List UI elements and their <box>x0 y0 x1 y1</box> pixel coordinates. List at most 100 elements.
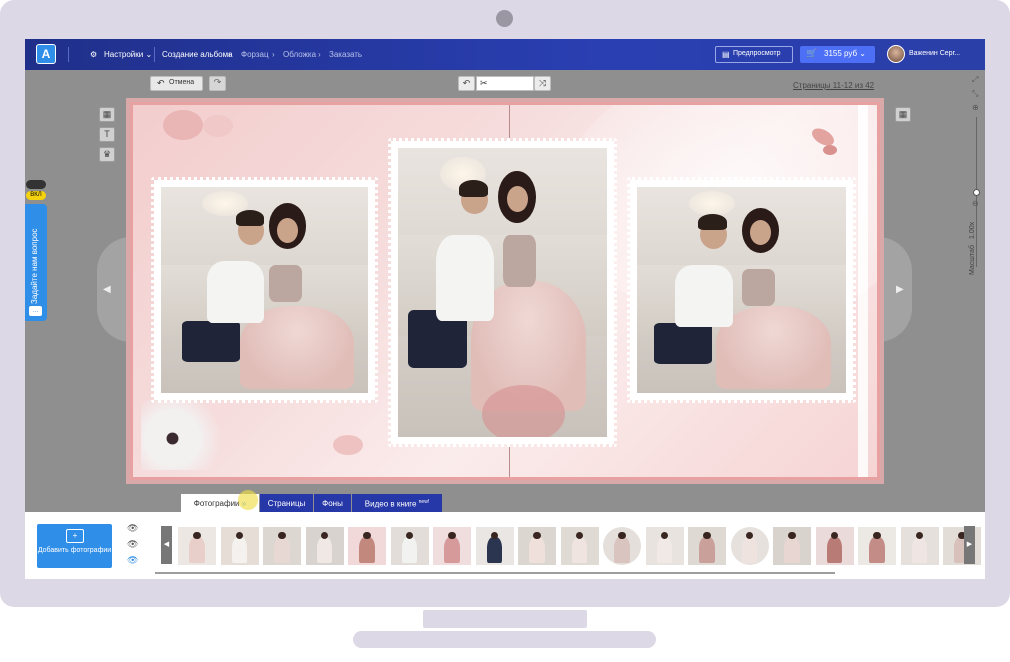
shirt <box>435 234 495 322</box>
layout-selector[interactable]: ✂ <box>476 76 534 91</box>
user-name[interactable]: Важенин Серг... <box>909 50 960 57</box>
eye-icon-active[interactable]: 👁 <box>127 555 138 566</box>
tab-video-label: Видео в книге <box>364 499 417 509</box>
next-spread-button[interactable]: ▶ <box>876 237 912 342</box>
pants <box>181 320 240 363</box>
couple-photo <box>161 187 368 393</box>
toggle-switch[interactable] <box>26 180 46 189</box>
a-logo-icon[interactable]: A <box>36 44 56 64</box>
expand-icon[interactable]: ⤢ <box>972 75 978 85</box>
scroll-right-button[interactable]: ▶ <box>964 526 975 564</box>
photo-strip-scrollbar[interactable] <box>155 572 835 574</box>
photo-thumbnail[interactable] <box>433 527 471 565</box>
photo-thumbnail[interactable] <box>390 527 429 565</box>
eye-icon[interactable]: 👁 <box>127 523 138 534</box>
thumbnail-figure <box>571 536 588 564</box>
step-order[interactable]: Заказать <box>329 50 362 59</box>
photo-thumbnail[interactable] <box>688 527 726 565</box>
photo-thumbnail[interactable] <box>603 527 641 565</box>
tab-pages[interactable]: Страницы <box>260 494 313 512</box>
divider <box>154 47 155 62</box>
face <box>276 217 298 243</box>
photo-thumbnail[interactable] <box>560 527 599 565</box>
photo-thumbnail[interactable] <box>645 527 684 565</box>
settings-menu[interactable]: Настройки ⌄ <box>104 50 152 59</box>
thumbnail-head <box>618 531 626 540</box>
thumbnail-head <box>873 531 881 540</box>
crown-icon[interactable]: ♛ <box>99 147 115 162</box>
thumbnail-figure <box>359 536 375 564</box>
text-icon[interactable]: T <box>99 127 115 142</box>
photo-thumbnail[interactable] <box>178 527 216 565</box>
couple-photo <box>398 148 607 437</box>
rotate-left-icon[interactable]: ↶ <box>458 76 475 91</box>
step-cover[interactable]: Обложка <box>283 50 316 59</box>
photo-thumbnail[interactable] <box>220 527 259 565</box>
add-photos-button[interactable]: + Добавить фотографии <box>37 524 112 568</box>
photo-thumbnail[interactable] <box>263 527 301 565</box>
photo-thumbnail[interactable] <box>943 527 981 565</box>
cart-price-button[interactable]: 🛒 3155 руб ⌄ <box>800 46 875 63</box>
camera-icon <box>496 10 513 27</box>
undo-icon: ↶ <box>157 78 165 88</box>
face <box>749 219 771 245</box>
tab-photos[interactable]: Фотографии » <box>181 490 259 512</box>
layout-icon[interactable]: ▦ <box>99 107 115 122</box>
photo-thumbnail[interactable] <box>305 527 344 565</box>
tab-backgrounds[interactable]: Фоны <box>314 494 351 512</box>
photo-frame-right[interactable] <box>627 177 856 403</box>
thumbnail-head <box>788 531 796 540</box>
redo-icon[interactable]: ↷ <box>209 76 226 91</box>
photo-thumbnail[interactable] <box>815 527 854 565</box>
thumbnail-figure <box>401 536 418 564</box>
thumbnail-figure <box>486 536 503 564</box>
page-counter[interactable]: Страницы 11-12 из 42 <box>793 81 874 90</box>
prev-spread-button[interactable]: ◀ <box>97 237 131 342</box>
fit-icon[interactable]: ⤡ <box>972 89 978 99</box>
avatar[interactable] <box>887 45 905 63</box>
thumbnail-head <box>193 531 201 540</box>
chandelier <box>689 191 736 216</box>
photo-thumbnail[interactable] <box>773 527 811 565</box>
flower-decoration <box>141 400 231 470</box>
chat-icon: … <box>29 306 42 316</box>
step-create-album[interactable]: Создание альбома <box>162 50 233 59</box>
photo-thumbnail[interactable] <box>730 527 769 565</box>
photo-thumbnail[interactable] <box>348 527 386 565</box>
thumbnail-figure <box>614 536 630 564</box>
bodice <box>268 265 302 303</box>
zoom-slider-knob[interactable] <box>973 189 980 196</box>
toggle-badge[interactable]: ВКЛ <box>26 191 46 200</box>
thumbnail-figure <box>656 536 673 564</box>
photo-thumbnail[interactable] <box>858 527 896 565</box>
shuffle-icon[interactable]: ⤨ <box>534 76 551 91</box>
face <box>506 185 528 212</box>
undo-button[interactable]: ↶ Отмена <box>150 76 203 91</box>
step-endpaper[interactable]: Форзац <box>241 50 269 59</box>
eye-icon[interactable]: 👁 <box>127 539 138 550</box>
photo-thumbnail[interactable] <box>900 527 939 565</box>
shirt <box>674 265 734 328</box>
album-spread[interactable] <box>130 102 880 480</box>
layout-icon-right[interactable]: ▦ <box>895 107 911 122</box>
scroll-left-button[interactable]: ◀ <box>161 526 172 564</box>
photo-thumbnail[interactable] <box>518 527 556 565</box>
zoom-out-icon[interactable]: ⊖ <box>972 199 979 208</box>
monitor-frame: A ⚙ Настройки ⌄ Создание альбома › Форза… <box>0 0 1010 607</box>
zoom-in-icon[interactable]: ⊕ <box>972 103 979 112</box>
photo-frame-center[interactable] <box>388 138 617 447</box>
photo-thumbnail[interactable] <box>475 527 514 565</box>
thumbnail-figure <box>699 536 715 564</box>
photo-frame-left[interactable] <box>151 177 378 403</box>
cursor-highlight <box>238 490 258 510</box>
top-bar: A ⚙ Настройки ⌄ Создание альбома › Форза… <box>25 39 985 70</box>
editor-screen: A ⚙ Настройки ⌄ Создание альбома › Форза… <box>25 39 985 579</box>
chevron-right-icon: › <box>318 50 321 59</box>
thumbnail-head <box>278 531 286 540</box>
bodice <box>502 234 536 287</box>
preview-button[interactable]: ▤ Предпросмотр <box>715 46 793 63</box>
tab-video[interactable]: Видео в книге new! <box>352 494 442 512</box>
feedback-tab[interactable]: Задайте нам вопрос … <box>25 204 47 321</box>
thumbnail-figure <box>911 536 928 564</box>
page-edge <box>858 105 868 477</box>
